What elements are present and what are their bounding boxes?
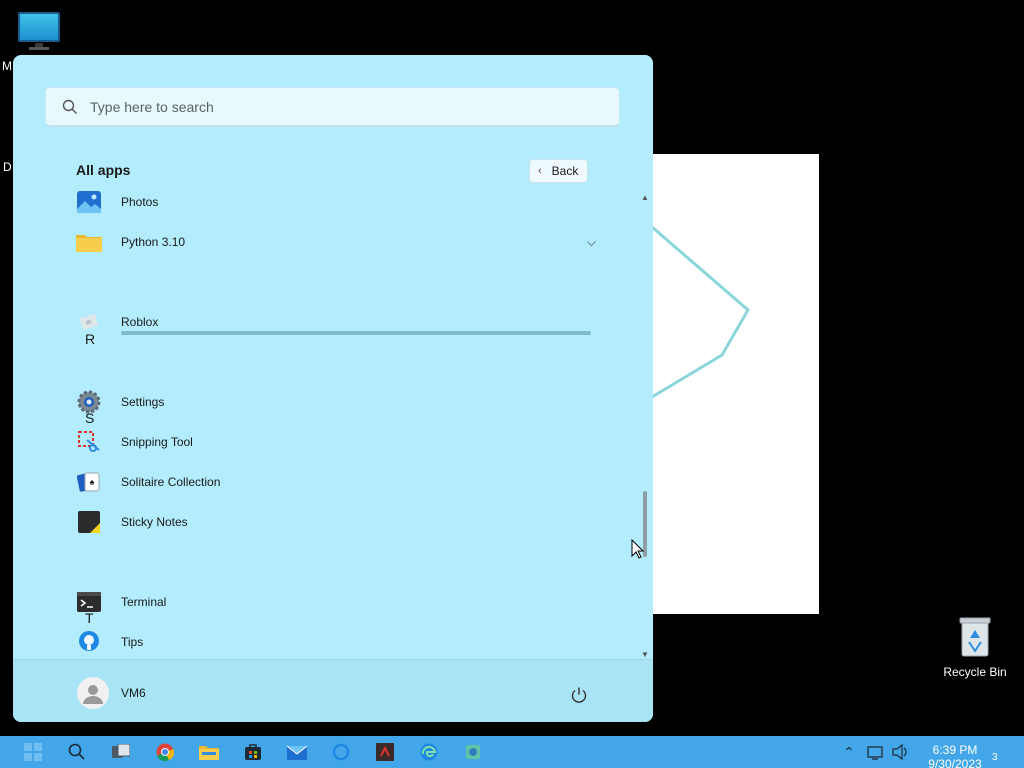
user-account-button[interactable]: VM6: [77, 677, 146, 709]
app-solitaire[interactable]: ♠ Solitaire Collection: [76, 462, 596, 502]
chevron-left-icon: ‹: [538, 165, 542, 177]
settings-icon: [76, 389, 102, 415]
settings-app-icon[interactable]: [461, 740, 485, 764]
app-roblox[interactable]: Roblox: [76, 302, 596, 342]
this-pc-icon[interactable]: [17, 10, 61, 50]
back-button[interactable]: ‹ Back: [529, 159, 588, 183]
store-icon[interactable]: [241, 740, 265, 764]
folder-icon: [76, 229, 102, 255]
app-sticky-notes[interactable]: Sticky Notes: [76, 502, 596, 542]
task-view-icon[interactable]: [109, 740, 133, 764]
cortana-icon[interactable]: [329, 740, 353, 764]
clock[interactable]: 6:39 PM 9/30/2023: [922, 743, 988, 768]
taskbar: ⌃ 6:39 PM 9/30/2023: [0, 736, 1024, 768]
user-name: VM6: [121, 686, 146, 700]
app-label: Tips: [121, 635, 144, 649]
app-label: Roblox: [121, 315, 159, 329]
app-icon[interactable]: [373, 740, 397, 764]
search-box[interactable]: [45, 87, 620, 127]
notification-badge[interactable]: 3: [992, 752, 998, 763]
app-label: Settings: [121, 395, 165, 409]
sticky-notes-icon: [76, 509, 102, 535]
app-label: Snipping Tool: [121, 435, 193, 449]
scrollbar[interactable]: ▲ ▼: [639, 193, 651, 659]
scroll-up-icon[interactable]: ▲: [641, 193, 649, 202]
recycle-bin-label: Recycle Bin: [943, 665, 1007, 679]
app-snipping-tool[interactable]: Snipping Tool: [76, 422, 596, 462]
app-label: Photos: [121, 195, 159, 209]
search-icon[interactable]: [65, 740, 89, 764]
clock-date: 9/30/2023: [928, 757, 982, 768]
app-terminal[interactable]: Terminal: [76, 582, 596, 622]
app-settings[interactable]: Settings: [76, 382, 596, 422]
file-explorer-icon[interactable]: [197, 740, 221, 764]
start-menu: All apps ‹ Back Photos Python 3.10 ⌵ R: [13, 55, 653, 722]
chrome-icon[interactable]: [153, 740, 177, 764]
network-icon[interactable]: [864, 740, 888, 764]
background-window[interactable]: [652, 154, 819, 614]
tips-icon: [76, 629, 102, 655]
recycle-bin-icon: [959, 617, 991, 657]
show-hidden-icons-chevron-icon[interactable]: ⌃: [837, 740, 861, 764]
avatar: [77, 677, 109, 709]
app-label: Terminal: [121, 595, 167, 609]
desktop-icon-label: M: [2, 59, 12, 73]
roblox-icon: [76, 309, 102, 335]
app-label: Python 3.10: [121, 235, 186, 249]
mouse-cursor-icon: [631, 539, 645, 559]
clock-time: 6:39 PM: [932, 743, 978, 757]
app-tips[interactable]: Tips: [76, 622, 596, 662]
start-icon[interactable]: [21, 740, 45, 764]
app-label: Sticky Notes: [121, 515, 188, 529]
desktop-icon-label-2: D: [3, 160, 12, 174]
recycle-bin[interactable]: Recycle Bin: [942, 612, 1008, 682]
scroll-down-icon[interactable]: ▼: [641, 650, 649, 659]
app-label: Solitaire Collection: [121, 475, 221, 489]
solitaire-icon: ♠: [76, 469, 102, 495]
search-icon: [62, 99, 77, 114]
back-label: Back: [551, 164, 579, 178]
power-icon[interactable]: [570, 686, 588, 704]
edge-icon[interactable]: [417, 740, 441, 764]
snipping-tool-icon: [76, 429, 102, 455]
volume-icon[interactable]: [889, 740, 913, 764]
mail-icon[interactable]: [285, 740, 309, 764]
photos-icon: [76, 189, 102, 215]
start-footer: VM6: [13, 659, 653, 722]
search-input[interactable]: [90, 98, 570, 115]
chevron-down-icon[interactable]: ⌵: [587, 235, 596, 250]
app-python-folder[interactable]: Python 3.10 ⌵: [76, 222, 596, 262]
svg-text:♠: ♠: [90, 477, 95, 487]
all-apps-list: Photos Python 3.10 ⌵ R Roblox S Settings…: [13, 185, 638, 659]
install-progress-bar: [121, 331, 591, 335]
terminal-icon: [76, 589, 102, 615]
all-apps-title: All apps: [76, 162, 131, 178]
app-photos[interactable]: Photos: [76, 182, 596, 222]
